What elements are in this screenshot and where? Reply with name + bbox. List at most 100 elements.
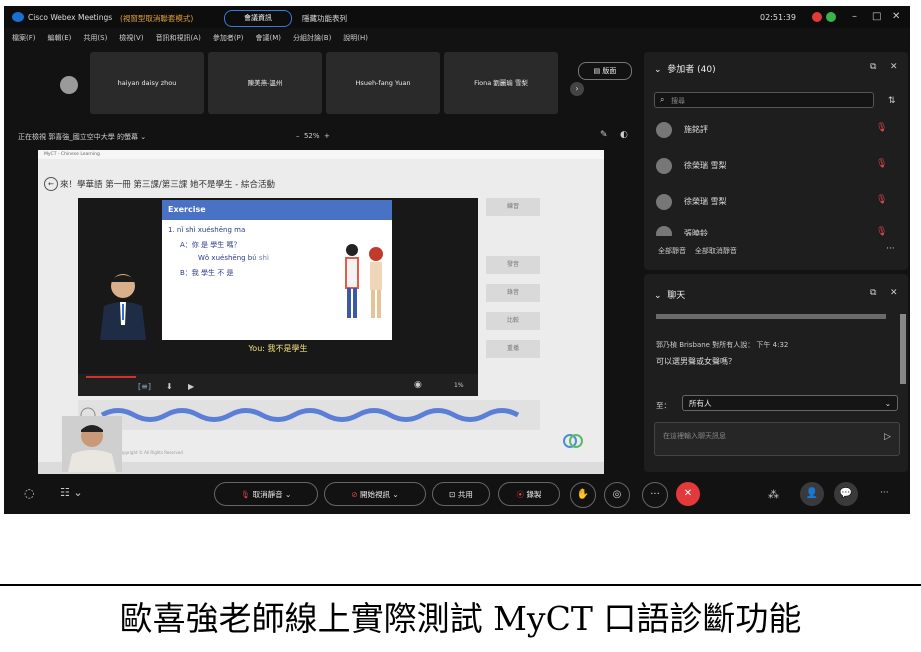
pronounce-button[interactable]: 發音 — [486, 256, 540, 274]
next-thumbnails-icon[interactable]: › — [570, 82, 584, 96]
send-icon[interactable]: ▷ — [884, 432, 891, 442]
presenter-pip-video[interactable] — [62, 416, 122, 472]
record-button[interactable]: 錄音 — [486, 284, 540, 302]
record-meeting-button[interactable]: ⦿ 錄製 — [498, 482, 560, 506]
sort-icon[interactable]: ⇅ — [888, 96, 896, 106]
replay-button[interactable]: 重播 — [486, 340, 540, 358]
captions-icon[interactable]: ☷ ⌄ — [60, 486, 83, 499]
speed-icon[interactable]: ◉ — [414, 380, 422, 390]
participant-row[interactable]: 施銘評 🎙 — [656, 120, 896, 140]
mic-muted-icon[interactable]: 🎙 — [876, 159, 887, 169]
participants-header: ⌄ 參加者 (40) — [654, 62, 716, 75]
share-status: 正在檢視 郭喜強_國立空中大學 的螢幕 ⌄ — [18, 132, 146, 142]
slide-line: A：你 是 學生 嗎？ — [180, 241, 241, 249]
participant-row[interactable]: 張曉鈴 🎙 — [656, 224, 896, 236]
caption-divider — [0, 584, 921, 586]
more-panels-icon[interactable]: ··· — [880, 488, 889, 498]
close-panel-icon[interactable]: ✕ — [890, 62, 898, 72]
menu-view[interactable]: 檢視(V) — [119, 30, 143, 46]
more-options-icon[interactable]: ··· — [886, 244, 895, 254]
participant-row[interactable]: 徐榮瑞 雪梨 🎙 — [656, 156, 896, 176]
video-progress[interactable] — [86, 376, 136, 378]
download-icon[interactable]: ⬇ — [166, 382, 173, 391]
collapse-icon[interactable]: ⌄ — [654, 291, 662, 301]
chat-recipient-select[interactable]: 所有人 ⌄ — [682, 395, 898, 411]
chevron-down-icon[interactable]: ⌄ — [140, 133, 146, 141]
avatar — [656, 226, 672, 236]
layout-label: 版面 — [602, 67, 617, 75]
play-icon[interactable]: ▶ — [188, 382, 194, 391]
audio-waveform[interactable] — [78, 400, 540, 430]
progress-percent: 1% — [454, 382, 464, 389]
mic-muted-icon[interactable]: 🎙 — [876, 227, 887, 236]
breakout-icon[interactable]: ⁂ — [768, 488, 779, 501]
minimize-icon[interactable]: – — [852, 11, 857, 22]
popout-panel-icon[interactable]: ⧉ — [870, 288, 876, 298]
participant-name: 徐榮瑞 雪梨 — [684, 197, 727, 206]
chat-title: 聊天 — [667, 291, 686, 301]
microphone-icon[interactable] — [274, 268, 298, 302]
self-view-avatar[interactable] — [60, 76, 78, 94]
collapse-icon[interactable]: ⌄ — [654, 65, 662, 75]
chat-input[interactable]: 在這裡輸入聊天訊息 — [654, 422, 900, 456]
compare-button[interactable]: 比較 — [486, 312, 540, 330]
menu-share[interactable]: 共用(S) — [83, 30, 107, 46]
photo-caption: 歐喜強老師線上實際測試 MyCT 口語診斷功能 — [119, 599, 802, 638]
hide-menu-bar-toggle[interactable]: 隱藏功能表列 — [302, 13, 347, 24]
more-icon[interactable]: ··· — [642, 482, 668, 508]
unmute-all-button[interactable]: 全部取消靜音 — [695, 247, 737, 255]
layout-button[interactable]: ▤ 版面 — [578, 62, 632, 80]
zoom-out-icon[interactable]: – — [296, 132, 300, 140]
share-button[interactable]: ⊡ 共用 — [432, 482, 490, 506]
thumbnail-participant[interactable]: haiyan daisy zhou — [90, 52, 204, 114]
participant-name: 施銘評 — [684, 125, 708, 134]
mute-all-button[interactable]: 全部靜音 — [658, 247, 686, 255]
start-video-button[interactable]: ⊘ 開始視訊 ⌄ — [324, 482, 426, 506]
lesson-video[interactable]: Exercise 1. nǐ shì xuéshēng ma A：你 是 學生 … — [78, 198, 478, 396]
end-meeting-icon[interactable]: ✕ — [676, 482, 700, 506]
close-icon[interactable]: ✕ — [892, 11, 900, 22]
menu-meeting[interactable]: 會議(M) — [256, 30, 282, 46]
menu-help[interactable]: 說明(H) — [343, 30, 368, 46]
mic-muted-icon[interactable]: 🎙 — [876, 195, 887, 205]
practice-button[interactable]: 練習 — [486, 198, 540, 216]
meeting-info-button[interactable]: 會議資訊 — [224, 10, 292, 27]
view-mode-label: (視窗型取消聯套模式) — [120, 14, 194, 23]
mic-muted-icon[interactable]: 🎙 — [876, 123, 887, 133]
chat-icon[interactable]: 💬 — [834, 482, 858, 506]
thumbnail-participant[interactable]: 陳美燕-溫州 — [208, 52, 322, 114]
close-panel-icon[interactable]: ✕ — [890, 288, 898, 298]
apps-icon[interactable]: ◎ — [604, 482, 630, 508]
exercise-side-buttons: 練習 發音 錄音 比較 重播 — [486, 198, 540, 368]
menu-file[interactable]: 檔案(F) — [12, 30, 36, 46]
menu-breakout[interactable]: 分組討論(B) — [293, 30, 331, 46]
share-label: 共用 — [457, 490, 473, 499]
annotate-icon[interactable]: ✎ — [600, 130, 608, 140]
thumbnail-participant[interactable]: Hsueh-fang Yuan — [326, 52, 440, 114]
thumbnail-participant[interactable]: Fiona 劉麗瑜 雪梨 — [444, 52, 558, 114]
reactions-icon[interactable]: ◌ — [24, 486, 34, 500]
popout-panel-icon[interactable]: ⧉ — [870, 62, 876, 72]
menu-audio-video[interactable]: 音訊和視訊(A) — [156, 30, 201, 46]
menu-participant[interactable]: 參加者(P) — [213, 30, 244, 46]
chat-message-text: 可以選男聲或女聲嗎？ — [656, 357, 736, 366]
menu-edit[interactable]: 編輯(E) — [48, 30, 72, 46]
zoom-control: – 52% + — [296, 132, 330, 140]
video-off-icon: ⊘ — [351, 490, 358, 499]
participant-name: 徐榮瑞 雪梨 — [684, 161, 727, 170]
unmute-button[interactable]: 🎙 取消靜音 ⌄ — [214, 482, 318, 506]
share-icon: ⊡ — [449, 490, 456, 499]
raise-hand-icon[interactable]: ✋ — [570, 482, 596, 508]
pop-out-icon[interactable]: ◐ — [620, 130, 628, 140]
back-icon[interactable]: ← — [44, 177, 58, 191]
participant-row[interactable]: 徐榮瑞 雪梨 🎙 — [656, 192, 896, 212]
participants-icon[interactable]: 👤 — [800, 482, 824, 506]
chat-scrollbar[interactable] — [900, 314, 906, 384]
participant-search-input[interactable]: 搜尋 — [654, 92, 874, 108]
chat-header: ⌄ 聊天 — [654, 288, 685, 301]
participant-name: 張曉鈴 — [684, 229, 708, 236]
maximize-icon[interactable]: □ — [872, 11, 881, 22]
thumbnail-name: Fiona 劉麗瑜 雪梨 — [474, 79, 528, 87]
zoom-in-icon[interactable]: + — [324, 132, 330, 140]
subtitle-icon[interactable]: [≡] — [138, 382, 151, 391]
